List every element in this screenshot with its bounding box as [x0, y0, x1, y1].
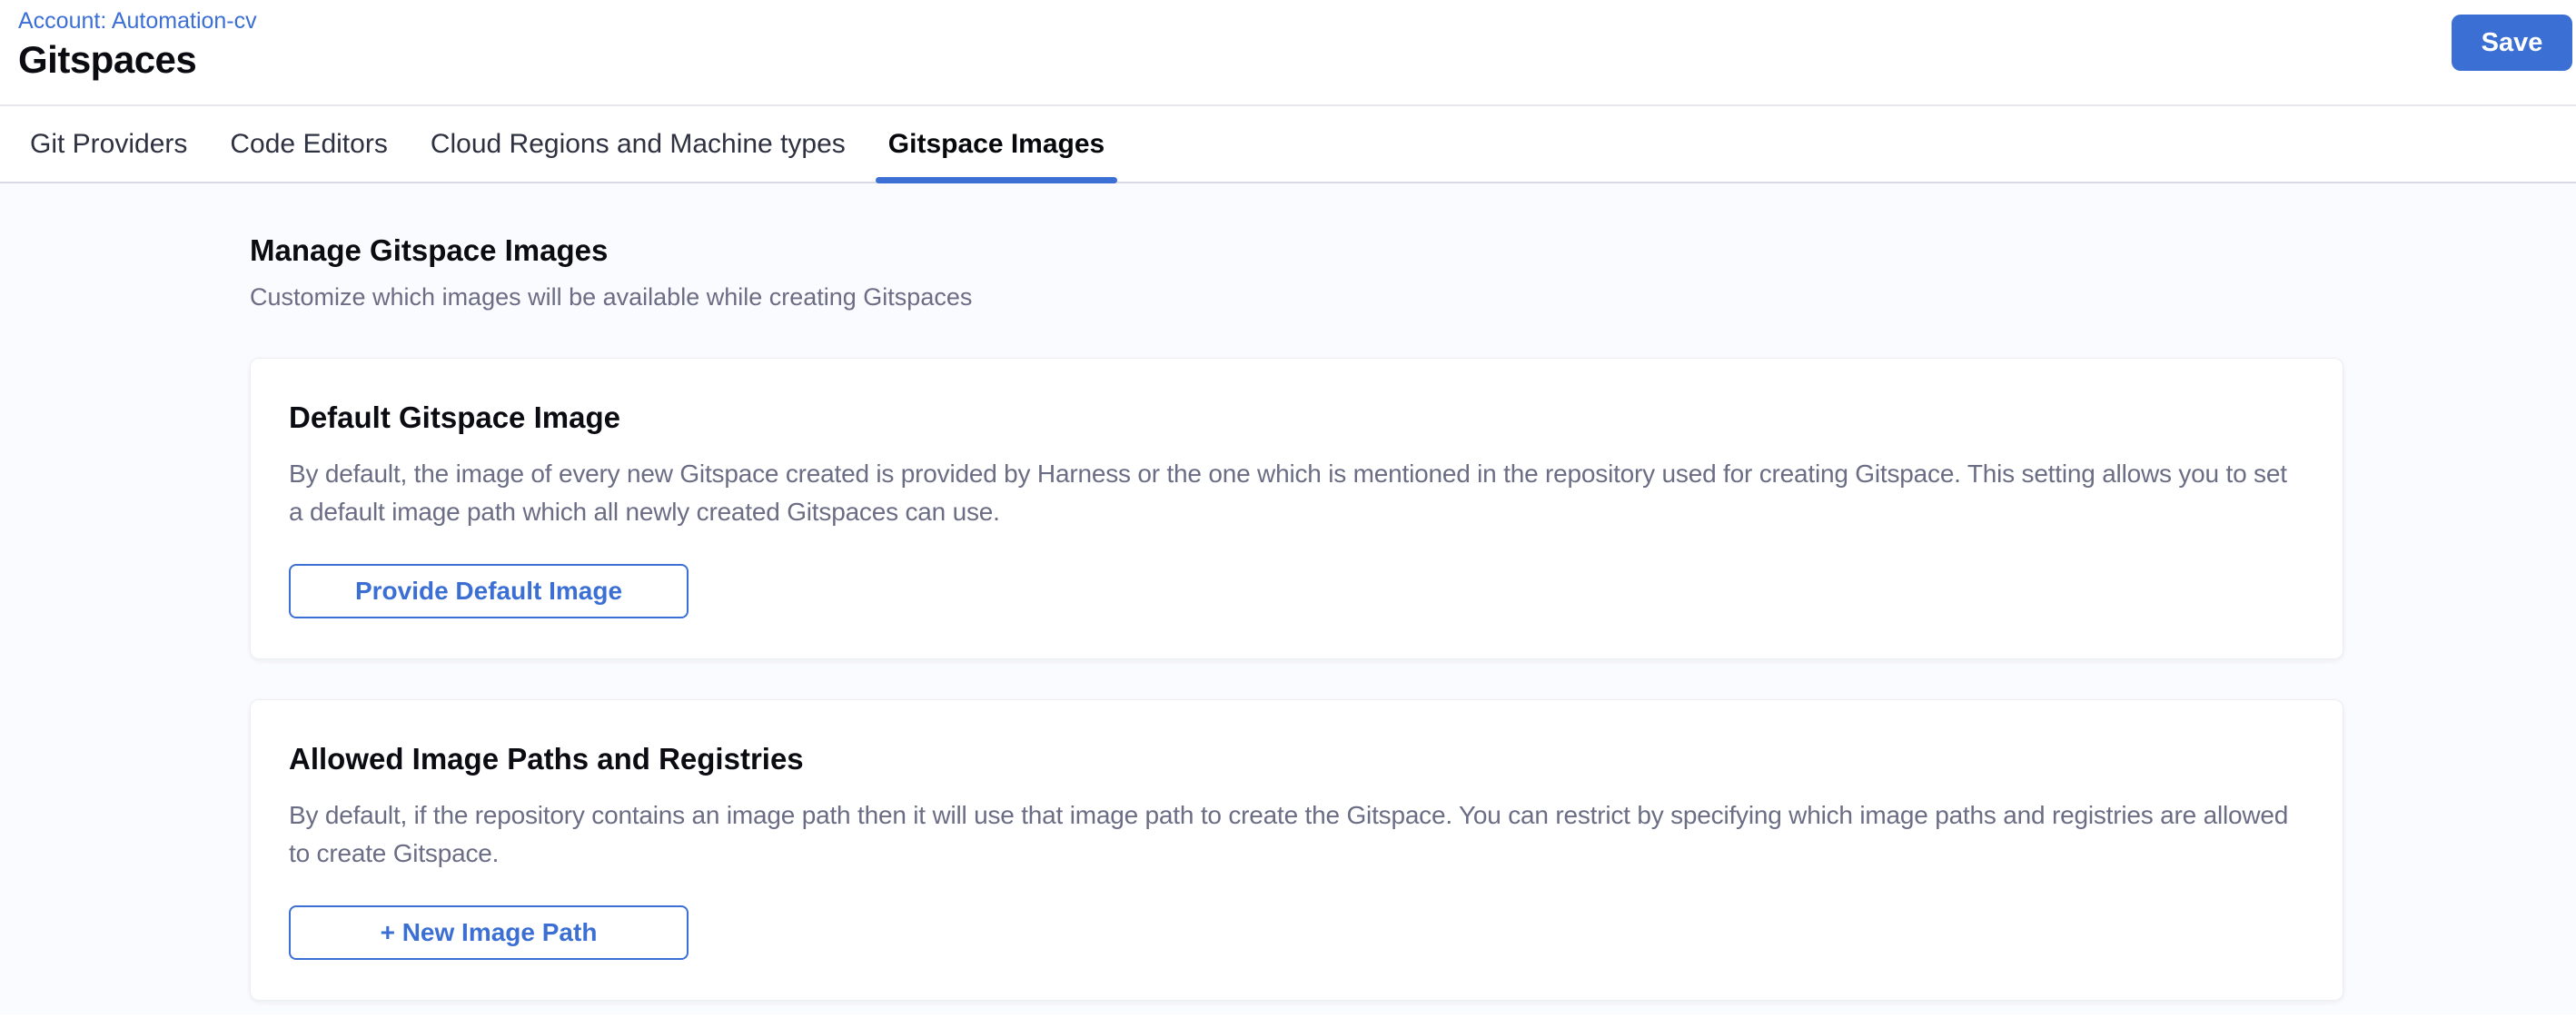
card-title-default-gitspace-image: Default Gitspace Image: [289, 400, 2304, 435]
gitspaces-settings-page: Account: Automation-cv Gitspaces Save Gi…: [0, 0, 2576, 1014]
tab-code-editors[interactable]: Code Editors: [230, 106, 387, 182]
header-title-bar: Account: Automation-cv Gitspaces Save: [0, 0, 2576, 106]
main-content: Manage Gitspace Images Customize which i…: [0, 183, 2576, 1014]
new-image-path-button[interactable]: + New Image Path: [289, 905, 689, 960]
card-description-default-gitspace-image: By default, the image of every new Gitsp…: [289, 455, 2304, 531]
account-breadcrumb-link[interactable]: Account: Automation-cv: [18, 7, 257, 35]
section-title: Manage Gitspace Images: [250, 233, 2343, 268]
allowed-image-paths-card: Allowed Image Paths and Registries By de…: [250, 699, 2343, 1001]
page-title: Gitspaces: [18, 39, 2558, 81]
save-button[interactable]: Save: [2452, 15, 2572, 71]
tab-git-providers[interactable]: Git Providers: [30, 106, 187, 182]
tab-gitspace-images[interactable]: Gitspace Images: [888, 106, 1105, 182]
default-gitspace-image-card: Default Gitspace Image By default, the i…: [250, 358, 2343, 659]
card-title-allowed-image-paths: Allowed Image Paths and Registries: [289, 742, 2304, 776]
page-header: Account: Automation-cv Gitspaces Save Gi…: [0, 0, 2576, 183]
section-subtitle: Customize which images will be available…: [250, 282, 2343, 311]
tab-cloud-regions-and-machine-types[interactable]: Cloud Regions and Machine types: [431, 106, 846, 182]
card-description-allowed-image-paths: By default, if the repository contains a…: [289, 796, 2304, 873]
settings-tab-bar: Git Providers Code Editors Cloud Regions…: [0, 106, 2576, 183]
provide-default-image-button[interactable]: Provide Default Image: [289, 564, 689, 618]
